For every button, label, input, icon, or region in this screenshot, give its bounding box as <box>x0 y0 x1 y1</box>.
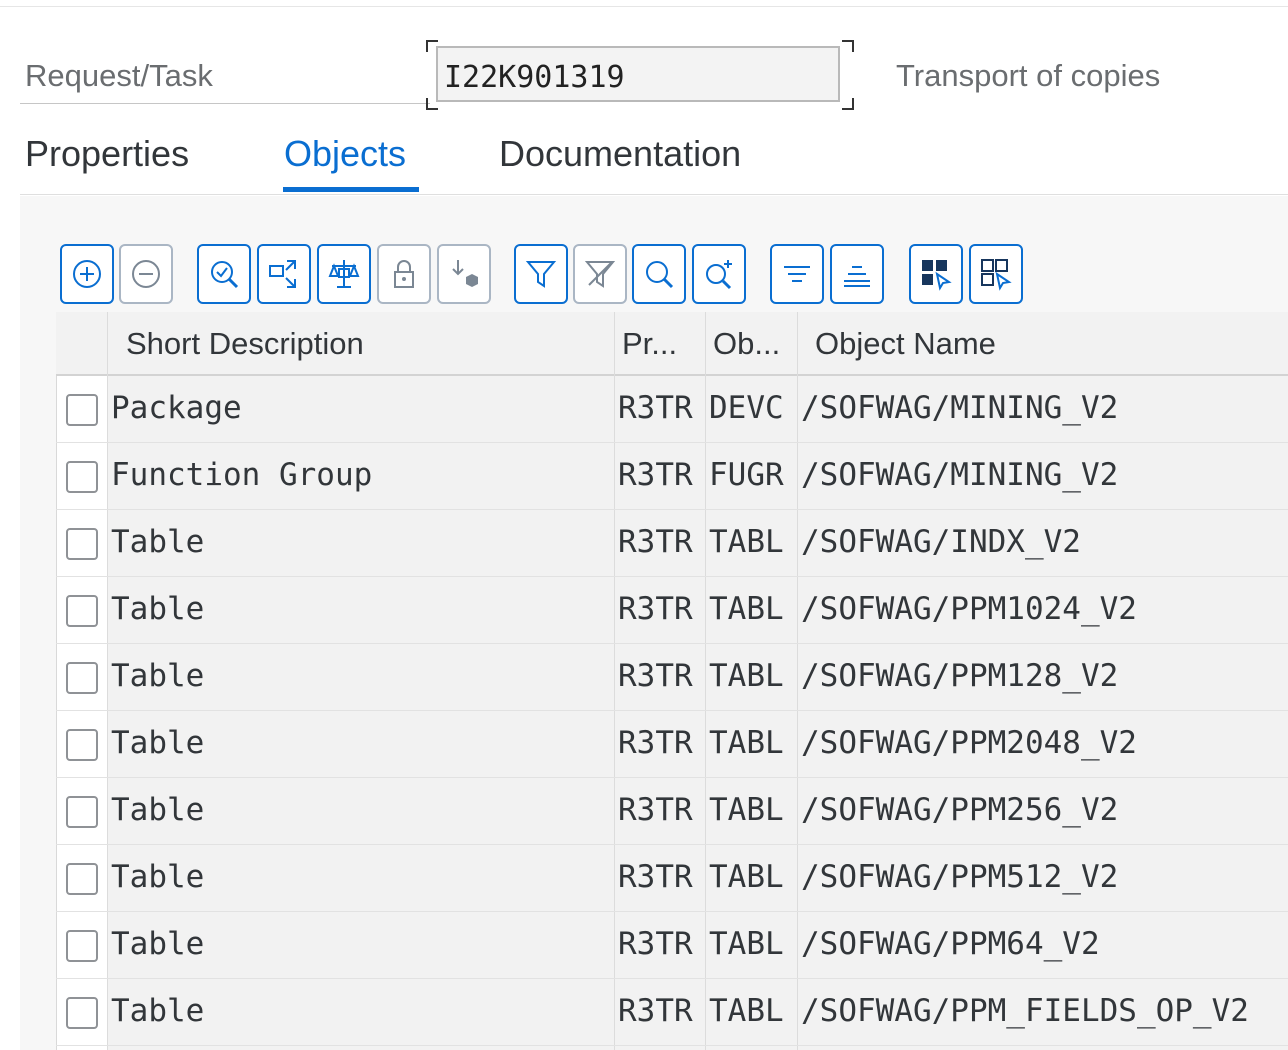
sort-descending-button[interactable] <box>830 244 884 304</box>
compare-expand-icon <box>269 260 296 288</box>
cell-object-name: /SOFWAG/INDX_V2 <box>801 524 1081 560</box>
import-object-icon <box>452 260 478 287</box>
row-select-checkbox[interactable] <box>66 997 98 1029</box>
lock-button[interactable] <box>377 244 431 304</box>
cell-short-description: Package <box>111 390 242 426</box>
sort-ascending-icon <box>784 266 810 282</box>
search-icon <box>646 261 674 289</box>
filter-button[interactable] <box>514 244 568 304</box>
cell-short-description: Function Group <box>111 457 373 493</box>
filter-clear-button[interactable] <box>573 244 627 304</box>
cell-object-type: TABL <box>709 792 784 828</box>
compare-button[interactable] <box>257 244 311 304</box>
column-header-program-id[interactable]: Pr... <box>622 326 677 362</box>
top-divider <box>0 6 1288 7</box>
cell-object-name: /SOFWAG/PPM2048_V2 <box>801 725 1137 761</box>
cell-object-name: /SOFWAG/MINING_V2 <box>801 390 1119 426</box>
row-select-checkbox[interactable] <box>66 796 98 828</box>
sort-ascending-button[interactable] <box>770 244 824 304</box>
deselect-all-button[interactable] <box>969 244 1023 304</box>
column-header-short-description[interactable]: Short Description <box>126 326 364 362</box>
tab-divider <box>20 194 1288 195</box>
cell-program-id: R3TR <box>618 993 693 1029</box>
balance-button[interactable] <box>317 244 371 304</box>
cell-program-id: R3TR <box>618 859 693 895</box>
focus-corner <box>842 40 854 52</box>
tab-objects[interactable]: Objects <box>284 133 406 175</box>
cell-object-type: FUGR <box>709 457 784 493</box>
cell-object-type: TABL <box>709 524 784 560</box>
lock-icon <box>394 260 414 288</box>
search-next-icon <box>706 260 732 290</box>
cell-object-name: /SOFWAG/MINING_V2 <box>801 457 1119 493</box>
cell-short-description: Table <box>111 859 205 895</box>
cell-object-name: /SOFWAG/PPM128_V2 <box>801 658 1119 694</box>
request-task-input[interactable] <box>436 46 840 102</box>
active-tab-indicator <box>283 187 419 192</box>
cell-program-id: R3TR <box>618 792 693 828</box>
cell-object-type: TABL <box>709 993 784 1029</box>
tab-properties[interactable]: Properties <box>25 133 189 175</box>
select-all-icon <box>922 260 952 291</box>
cell-object-type: TABL <box>709 725 784 761</box>
cell-object-name: /SOFWAG/PPM512_V2 <box>801 859 1119 895</box>
cell-program-id: R3TR <box>618 457 693 493</box>
cell-object-type: DEVC <box>709 390 784 426</box>
filter-clear-icon <box>584 261 616 288</box>
cell-object-type: TABL <box>709 859 784 895</box>
row-select-checkbox[interactable] <box>66 729 98 761</box>
cell-object-type: TABL <box>709 591 784 627</box>
cell-object-name: /SOFWAG/PPM256_V2 <box>801 792 1119 828</box>
focus-corner <box>426 40 438 52</box>
cell-short-description: Table <box>111 993 205 1029</box>
cell-short-description: Table <box>111 658 205 694</box>
deselect-all-icon <box>981 259 1012 291</box>
transport-request-screen: Request/Task Transport of copies Propert… <box>0 0 1288 1050</box>
cell-short-description: Table <box>111 725 205 761</box>
search-button[interactable] <box>632 244 686 304</box>
column-header-object-name[interactable]: Object Name <box>815 326 996 362</box>
zoom-details-icon <box>211 261 239 289</box>
focus-corner <box>842 98 854 110</box>
focus-corner <box>426 98 438 110</box>
add-button[interactable] <box>60 244 114 304</box>
row-select-checkbox[interactable] <box>66 662 98 694</box>
cell-short-description: Table <box>111 926 205 962</box>
cell-program-id: R3TR <box>618 591 693 627</box>
row-select-checkbox[interactable] <box>66 528 98 560</box>
cell-program-id: R3TR <box>618 926 693 962</box>
cell-program-id: R3TR <box>618 524 693 560</box>
row-select-checkbox[interactable] <box>66 461 98 493</box>
cell-short-description: Table <box>111 591 205 627</box>
cell-program-id: R3TR <box>618 390 693 426</box>
select-all-button[interactable] <box>909 244 963 304</box>
request-description: Transport of copies <box>896 58 1161 93</box>
cell-short-description: Table <box>111 524 205 560</box>
cell-object-type: TABL <box>709 658 784 694</box>
cell-object-name: /SOFWAG/PPM64_V2 <box>801 926 1100 962</box>
import-button[interactable] <box>437 244 491 304</box>
filter-icon <box>525 261 557 288</box>
row-select-checkbox[interactable] <box>66 394 98 426</box>
cell-object-type: TABL <box>709 926 784 962</box>
cell-object-name: /SOFWAG/PPM_FIELDS_OP_V2 <box>801 993 1249 1029</box>
tab-documentation[interactable]: Documentation <box>499 133 741 175</box>
cell-short-description: Table <box>111 792 205 828</box>
sort-descending-icon <box>844 266 870 287</box>
column-header-object-type[interactable]: Ob... <box>713 326 780 362</box>
request-task-label: Request/Task <box>25 58 213 93</box>
row-select-checkbox[interactable] <box>66 930 98 962</box>
cell-object-name: /SOFWAG/PPM1024_V2 <box>801 591 1137 627</box>
details-button[interactable] <box>197 244 251 304</box>
remove-icon <box>132 260 160 288</box>
row-select-checkbox[interactable] <box>66 863 98 895</box>
row-select-checkbox[interactable] <box>66 595 98 627</box>
cell-program-id: R3TR <box>618 725 693 761</box>
balance-scale-icon <box>328 260 360 288</box>
cell-program-id: R3TR <box>618 658 693 694</box>
search-next-button[interactable] <box>692 244 746 304</box>
request-task-underline <box>20 103 430 104</box>
add-icon <box>73 260 101 288</box>
remove-button[interactable] <box>119 244 173 304</box>
